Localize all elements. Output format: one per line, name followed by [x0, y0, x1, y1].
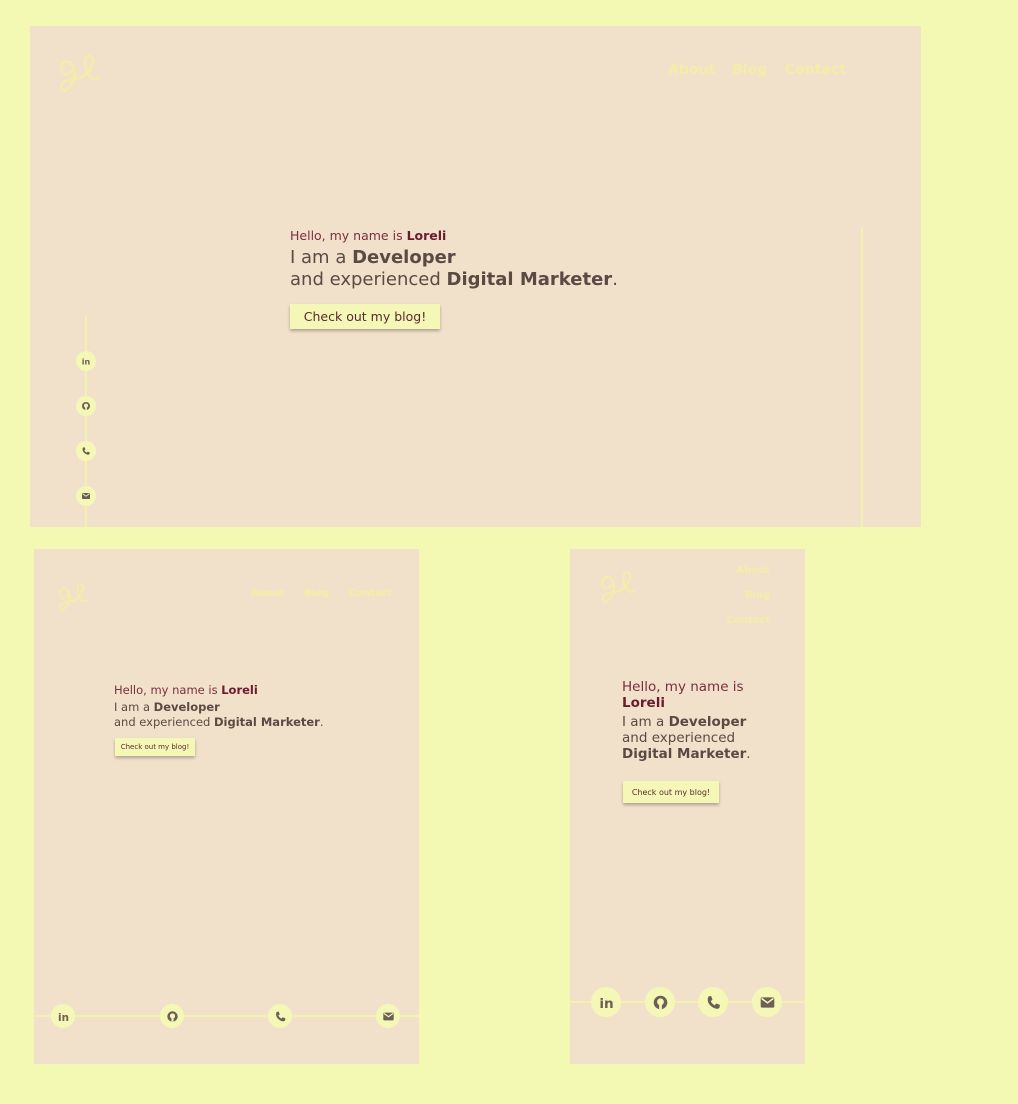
- mail-link[interactable]: [76, 486, 96, 506]
- signature-logo-icon[interactable]: [598, 567, 638, 607]
- iam-prefix: I am a: [622, 714, 669, 730]
- check-blog-button[interactable]: Check out my blog!: [115, 738, 195, 756]
- role2-text: Digital Marketer: [446, 269, 613, 290]
- name-text: Loreli: [406, 228, 447, 243]
- role-line: I am a Developer: [290, 247, 618, 268]
- mail-link[interactable]: [376, 1004, 400, 1028]
- github-link[interactable]: [76, 396, 96, 416]
- mail-icon: [382, 1012, 394, 1020]
- hello-prefix: Hello, my name is: [622, 679, 744, 695]
- period: .: [612, 269, 618, 290]
- role2-line: and experienced Digital Marketer.: [114, 715, 324, 729]
- phone-link[interactable]: [268, 1004, 292, 1028]
- github-icon: [653, 995, 667, 1009]
- and-prefix: and experienced: [622, 730, 736, 746]
- hero-intro: Hello, my name is Loreli I am a Develope…: [114, 683, 324, 729]
- mail-icon: [760, 996, 774, 1008]
- check-blog-button[interactable]: Check out my blog!: [290, 304, 440, 329]
- iam-prefix: I am a: [290, 247, 353, 268]
- role2-line: and experienced Digital Marketer.: [290, 269, 618, 290]
- role2-text: Digital Marketer: [214, 715, 320, 729]
- desktop-preview: About Blog Contact Hello, my name is Lor…: [30, 26, 921, 527]
- check-blog-button[interactable]: Check out my blog!: [623, 781, 719, 803]
- social-rail-line: [34, 1015, 419, 1017]
- role-text: Developer: [153, 700, 220, 714]
- role-line: I am a Developer: [622, 714, 782, 730]
- linkedin-link[interactable]: in: [591, 987, 621, 1017]
- phone-link[interactable]: [698, 987, 728, 1017]
- right-divider-line: [861, 227, 863, 527]
- hello-prefix: Hello, my name is: [114, 683, 222, 697]
- hello-prefix: Hello, my name is: [290, 228, 407, 243]
- mail-icon: [82, 493, 90, 499]
- nav-blog[interactable]: Blog: [304, 588, 329, 599]
- role-line: I am a Developer: [114, 700, 324, 714]
- mail-link[interactable]: [752, 987, 782, 1017]
- tablet-preview: About Blog Contact Hello, my name is Lor…: [34, 549, 419, 1064]
- nav-contact[interactable]: Contact: [785, 62, 846, 78]
- nav-about[interactable]: About: [668, 62, 715, 78]
- linkedin-icon: in: [599, 996, 613, 1011]
- role2-line: Digital Marketer.: [622, 746, 782, 762]
- nav-about[interactable]: About: [736, 565, 770, 576]
- signature-logo-icon[interactable]: [56, 580, 90, 614]
- linkedin-icon: in: [58, 1011, 69, 1022]
- and-line: and experienced: [622, 730, 782, 746]
- hello-line: Hello, my name is Loreli: [290, 228, 618, 243]
- linkedin-icon: in: [82, 357, 91, 366]
- nav-contact[interactable]: Contact: [726, 615, 770, 626]
- linkedin-link[interactable]: in: [76, 351, 96, 371]
- svg-text:in: in: [599, 996, 613, 1011]
- phone-icon: [707, 995, 720, 1009]
- hero-intro: Hello, my name is Loreli I am a Develope…: [622, 679, 782, 762]
- period: .: [746, 746, 751, 762]
- phone-icon: [275, 1011, 285, 1021]
- signature-logo-icon[interactable]: [56, 50, 102, 96]
- svg-text:in: in: [82, 357, 91, 366]
- role2-text: Digital Marketer: [622, 746, 747, 762]
- name-text: Loreli: [622, 695, 665, 711]
- hero-intro: Hello, my name is Loreli I am a Develope…: [290, 228, 618, 290]
- name-line: Loreli: [622, 695, 782, 711]
- phone-link[interactable]: [76, 441, 96, 461]
- github-link[interactable]: [645, 987, 675, 1017]
- role-text: Developer: [352, 247, 456, 268]
- nav-blog[interactable]: Blog: [745, 590, 770, 601]
- phone-icon: [82, 447, 90, 455]
- github-icon: [82, 402, 90, 410]
- linkedin-link[interactable]: in: [51, 1004, 75, 1028]
- mobile-preview: About Blog Contact Hello, my name is Lor…: [570, 549, 805, 1064]
- role-text: Developer: [668, 714, 747, 730]
- period: .: [319, 715, 324, 729]
- github-link[interactable]: [160, 1004, 184, 1028]
- nav-about[interactable]: About: [251, 588, 285, 599]
- and-prefix: and experienced: [290, 269, 447, 290]
- iam-prefix: I am a: [114, 700, 154, 714]
- hello-line: Hello, my name is Loreli: [114, 683, 324, 697]
- and-prefix: and experienced: [114, 715, 214, 729]
- nav-contact[interactable]: Contact: [349, 588, 393, 599]
- github-icon: [166, 1010, 178, 1022]
- svg-text:in: in: [58, 1011, 69, 1022]
- nav-blog[interactable]: Blog: [732, 62, 767, 78]
- name-text: Loreli: [221, 683, 258, 697]
- hello-line: Hello, my name is: [622, 679, 782, 695]
